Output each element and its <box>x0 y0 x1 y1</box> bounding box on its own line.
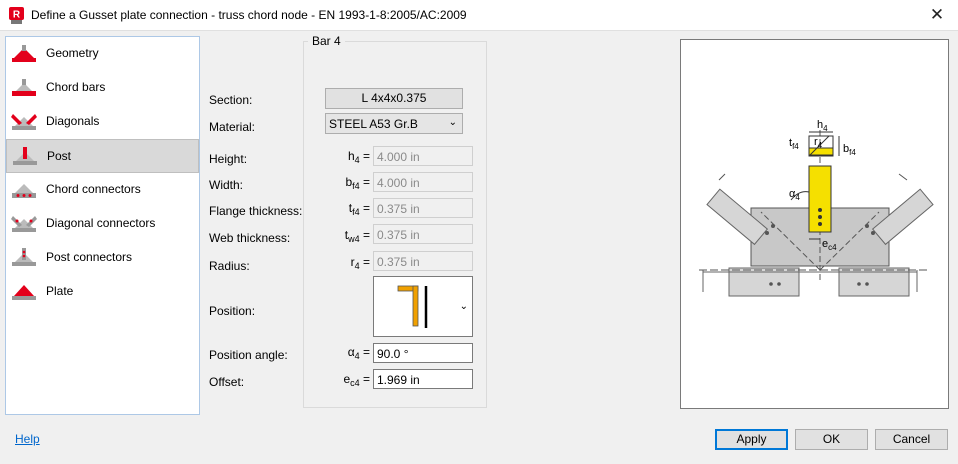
nav-item-plate[interactable]: Plate <box>6 275 199 309</box>
diagonals-icon <box>11 114 37 130</box>
nav-item-post-connectors[interactable]: Post connectors <box>6 241 199 275</box>
position-angle-label: Position angle: <box>209 348 288 362</box>
connection-preview: h4 r4 tf4 bf4 α4 ec4 <box>680 39 949 409</box>
category-list[interactable]: Geometry Chord bars Diagonals Post Chord… <box>5 36 200 415</box>
position-angle-field[interactable]: 90.0 ° <box>373 343 473 363</box>
flange-thickness-label: Flange thickness: <box>209 204 303 218</box>
h4-label: h4 <box>817 119 828 133</box>
nav-item-label: Chord connectors <box>46 182 141 196</box>
nav-item-label: Post <box>47 149 72 163</box>
apply-button[interactable]: Apply <box>715 429 788 450</box>
chevron-down-icon: ⌄ <box>459 301 468 312</box>
post-connectors-icon <box>12 248 36 266</box>
web-thickness-label: Web thickness: <box>209 231 291 245</box>
offset-field[interactable]: 1.969 in <box>373 369 473 389</box>
nav-item-diagonal-connectors[interactable]: Diagonal connectors <box>6 207 199 241</box>
offset-symbol: ec4 = <box>343 372 370 388</box>
height-field[interactable]: 4.000 in <box>373 146 473 166</box>
gusset-diagram: h4 r4 tf4 bf4 α4 ec4 <box>699 119 934 297</box>
cancel-button[interactable]: Cancel <box>875 429 948 450</box>
nav-item-label: Post connectors <box>46 250 133 264</box>
window-title: Define a Gusset plate connection - truss… <box>31 8 467 22</box>
nav-item-label: Plate <box>46 284 74 298</box>
chevron-down-icon: ⌄ <box>448 117 457 128</box>
chord-bars-icon <box>12 79 36 96</box>
title-bar: R Define a Gusset plate connection - tru… <box>0 0 958 31</box>
width-symbol: bf4 = <box>345 175 370 191</box>
nav-item-post[interactable]: Post <box>6 139 199 173</box>
r4-label: r4 <box>814 136 823 150</box>
material-value: STEEL A53 Gr.B <box>329 117 418 131</box>
nav-item-chord-connectors[interactable]: Chord connectors <box>6 173 199 207</box>
height-symbol: h4 = <box>347 149 370 165</box>
post-icon <box>13 147 37 165</box>
nav-item-chord-bars[interactable]: Chord bars <box>6 71 199 105</box>
nav-item-geometry[interactable]: Geometry <box>6 37 199 71</box>
diagonal-connectors-icon <box>11 216 37 232</box>
nav-item-label: Diagonals <box>46 114 100 128</box>
section-button[interactable]: L 4x4x0.375 <box>325 88 463 109</box>
height-label: Height: <box>209 152 248 166</box>
position-select[interactable]: ⌄ <box>373 276 473 337</box>
tf4-label: tf4 <box>789 137 799 151</box>
material-label: Material: <box>209 120 256 134</box>
position-angle-symbol: α4 = <box>347 345 370 361</box>
bf4-label: bf4 <box>843 143 856 157</box>
angle-position-icon <box>397 285 428 328</box>
app-icon: R <box>9 7 24 24</box>
nav-item-label: Diagonal connectors <box>46 216 156 230</box>
flange-thickness-symbol: tf4 = <box>348 201 370 217</box>
ok-button[interactable]: OK <box>795 429 868 450</box>
nav-item-diagonals[interactable]: Diagonals <box>6 105 199 139</box>
radius-field[interactable]: 0.375 in <box>373 251 473 271</box>
position-label: Position: <box>209 304 256 318</box>
chord-connectors-icon <box>12 184 36 198</box>
alpha4-label: α4 <box>789 188 800 202</box>
nav-item-label: Chord bars <box>46 80 106 94</box>
flange-thickness-field[interactable]: 0.375 in <box>373 198 473 218</box>
radius-label: Radius: <box>209 259 250 273</box>
radius-symbol: r4 = <box>350 255 370 271</box>
section-label: Section: <box>209 93 253 107</box>
web-thickness-field[interactable]: 0.375 in <box>373 224 473 244</box>
offset-label: Offset: <box>209 375 245 389</box>
close-button[interactable]: ✕ <box>920 0 954 30</box>
help-link[interactable]: Help <box>15 432 40 446</box>
geometry-icon <box>12 45 36 62</box>
nav-item-label: Geometry <box>46 46 99 60</box>
width-label: Width: <box>209 178 244 192</box>
material-select[interactable]: STEEL A53 Gr.B ⌄ <box>325 113 463 134</box>
svg-text:R: R <box>13 10 21 21</box>
width-field[interactable]: 4.000 in <box>373 172 473 192</box>
plate-icon <box>12 285 36 300</box>
web-thickness-symbol: tw4 = <box>344 228 370 244</box>
group-title: Bar 4 <box>308 34 345 48</box>
